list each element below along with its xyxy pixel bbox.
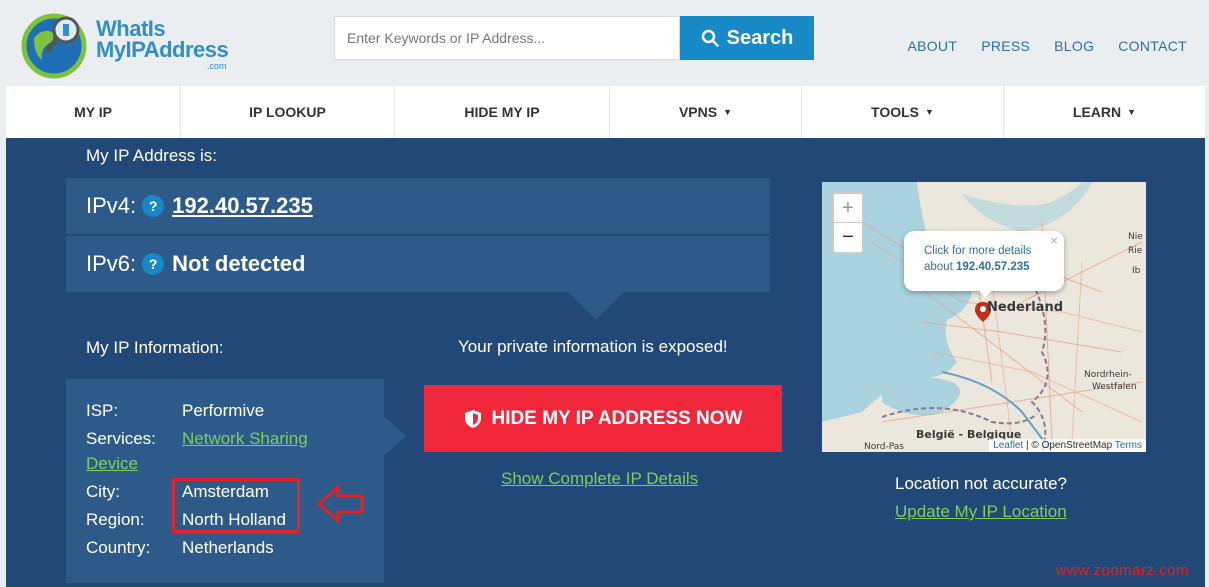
map-attribution: Leaflet | © OpenStreetMap Terms: [989, 439, 1146, 452]
annotation-highlight-box: [172, 478, 300, 533]
ipv4-value[interactable]: 192.40.57.235: [172, 193, 313, 219]
nav-label: HIDE MY IP: [464, 104, 540, 120]
globe-logo-icon: [21, 13, 87, 79]
popup-line1: Click for more details: [924, 245, 1032, 257]
nav-item-vpns[interactable]: VPNS ▼: [610, 86, 802, 138]
map-label-nrw-1: Nordrhein-: [1084, 370, 1132, 380]
ipv4-label: IPv4:: [86, 193, 137, 218]
show-details-link[interactable]: Show Complete IP Details: [501, 469, 698, 489]
map-label-nrw-2: Westfalen: [1092, 382, 1137, 392]
city-key: City:: [86, 482, 120, 501]
country-value: Netherlands: [182, 538, 274, 557]
my-ip-heading: My IP Address is:: [86, 146, 218, 165]
caret-down-icon: ▼: [723, 107, 733, 117]
leaflet-link[interactable]: Leaflet: [993, 440, 1023, 451]
nav-label: MY IP: [74, 104, 112, 120]
map-label-nord-pas: Nord-Pas: [864, 442, 904, 452]
map-zoom-control: + −: [832, 192, 864, 254]
nav-label: VPNS: [678, 104, 718, 120]
ip-info-heading: My IP Information:: [86, 338, 224, 357]
nav-label: IP LOOKUP: [249, 104, 326, 120]
isp-key: ISP:: [86, 401, 119, 420]
popup-ip: 192.40.57.235: [955, 261, 1030, 273]
zoom-in-button[interactable]: +: [834, 194, 862, 223]
caret-down-icon: ▼: [1127, 107, 1137, 117]
main-nav: MY IP IP LOOKUP HIDE MY IP VPNS ▼ TOOLS …: [6, 86, 1205, 138]
ipv6-row: IPv6: ? Not detected: [66, 236, 770, 292]
logo-wordmark: WhatIs MyIPAddress: [96, 18, 229, 62]
search-icon: [701, 29, 719, 47]
top-link-contact[interactable]: CONTACT: [1118, 38, 1187, 54]
map-label-edge-1: Nie: [1128, 232, 1143, 242]
search-button-label: Search: [726, 26, 794, 49]
zoom-out-button[interactable]: −: [834, 223, 862, 252]
ipv6-value: Not detected: [172, 251, 306, 276]
nav-label: TOOLS: [871, 104, 920, 120]
logo-line2: MyIPAddress: [96, 37, 229, 62]
caret-down-icon: ▼: [925, 107, 934, 117]
map-popup[interactable]: × Click for more details about 192.40.57…: [904, 231, 1064, 291]
help-icon[interactable]: ?: [142, 253, 165, 275]
nav-item-tools[interactable]: TOOLS ▼: [802, 86, 1004, 138]
search-field-wrapper: [334, 16, 680, 60]
top-link-about[interactable]: ABOUT: [907, 38, 957, 54]
ipv6-label: IPv6:: [86, 251, 137, 276]
map-label-edge-2: Rie: [1128, 246, 1143, 256]
services-value-link[interactable]: Network Sharing: [182, 429, 308, 449]
exposed-message: Your private information is exposed!: [458, 337, 728, 356]
map-label-nederland: Nederland: [987, 300, 1064, 315]
top-link-press[interactable]: PRESS: [981, 38, 1030, 54]
hide-ip-button[interactable]: HIDE MY IP ADDRESS NOW: [424, 385, 782, 452]
popup-close-icon[interactable]: ×: [1050, 233, 1058, 249]
location-map[interactable]: Nederland België - Belgique Nordrhein- W…: [822, 182, 1146, 452]
nav-item-hide-my-ip[interactable]: HIDE MY IP: [395, 86, 610, 138]
nav-item-learn[interactable]: LEARN ▼: [1004, 86, 1205, 138]
update-location-link[interactable]: Update My IP Location: [895, 502, 1067, 522]
terms-link[interactable]: Terms: [1115, 440, 1142, 451]
region-key: Region:: [86, 510, 145, 529]
nav-item-ip-lookup[interactable]: IP LOOKUP: [181, 86, 395, 138]
logo-suffix: .com: [207, 61, 227, 71]
nav-item-my-ip[interactable]: MY IP: [6, 86, 181, 138]
isp-value: Performive: [182, 401, 265, 420]
page: WhatIs MyIPAddress .com Search ABOUT PRE…: [0, 0, 1209, 587]
top-links: ABOUT PRESS BLOG CONTACT: [907, 38, 1187, 54]
popup-tip: [977, 289, 993, 298]
arrow-left-icon: [316, 484, 364, 524]
shield-icon: [464, 409, 481, 428]
hide-ip-button-label: HIDE MY IP ADDRESS NOW: [491, 407, 743, 429]
popup-line2: about 192.40.57.235: [924, 259, 1054, 275]
services-value-link-cont[interactable]: Device: [86, 454, 138, 474]
attribution-text: | © OpenStreetMap: [1023, 440, 1115, 451]
site-header: WhatIs MyIPAddress .com Search ABOUT PRE…: [0, 0, 1209, 86]
watermark: www.zoomarz.com: [1055, 562, 1189, 579]
map-label-edge-3: Ib: [1132, 266, 1141, 276]
main-panel: My IP Address is: IPv4: ? 192.40.57.235 …: [6, 138, 1205, 587]
search-input[interactable]: [335, 17, 679, 59]
panel-pointer: [568, 292, 624, 320]
site-logo[interactable]: WhatIs MyIPAddress .com: [20, 10, 235, 80]
services-key: Services:: [86, 429, 156, 448]
nav-label: LEARN: [1072, 104, 1122, 120]
search-button[interactable]: Search: [680, 16, 814, 60]
popup-about: about: [924, 261, 953, 273]
country-key: Country:: [86, 538, 151, 557]
info-pointer: [384, 416, 406, 456]
ipv4-row: IPv4: ? 192.40.57.235: [66, 178, 770, 234]
location-question: Location not accurate?: [895, 474, 1068, 493]
help-icon[interactable]: ?: [142, 195, 165, 217]
top-link-blog[interactable]: BLOG: [1054, 38, 1094, 54]
